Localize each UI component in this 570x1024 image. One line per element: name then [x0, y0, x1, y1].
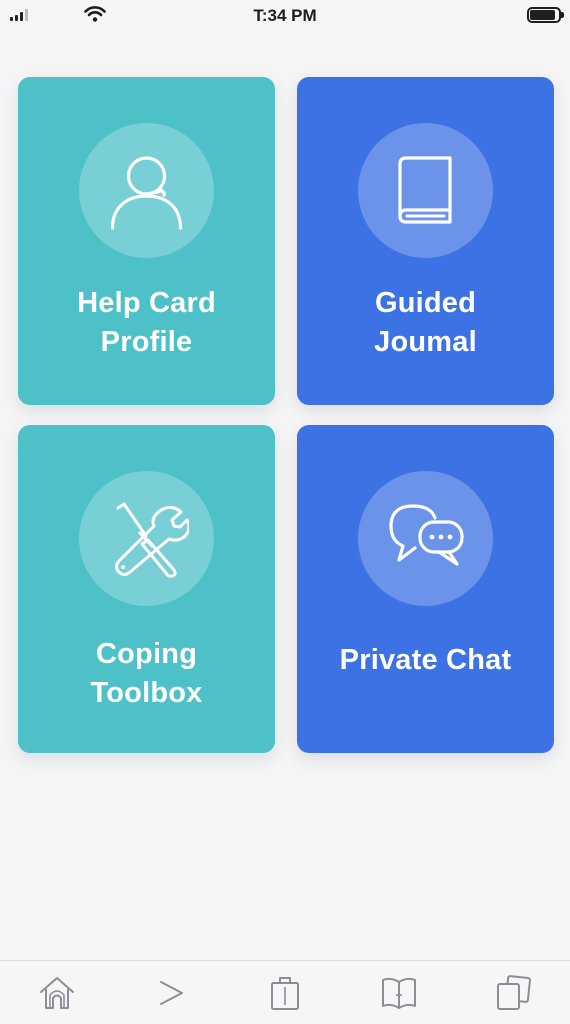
coping-toolbox-card[interactable]: Coping Toolbox — [18, 425, 275, 753]
person-icon — [110, 156, 183, 230]
card-label-line: Joumal — [374, 326, 477, 358]
tools-icon — [115, 502, 189, 578]
card-label-line: Help Card — [77, 287, 216, 319]
app-screen: T:34 PM Help Card Profile Guided Joumal … — [0, 0, 570, 1024]
chat-bubbles-icon — [389, 504, 464, 566]
private-chat-card[interactable]: Private Chat — [297, 425, 554, 753]
help-card-profile-card[interactable]: Help Card Profile — [18, 77, 275, 405]
card-label: Help Card Profile — [28, 284, 265, 362]
bottom-tab-bar — [0, 960, 570, 1024]
card-label-line: Private Chat — [339, 644, 512, 676]
status-bar: T:34 PM — [0, 0, 570, 32]
book-icon — [398, 156, 452, 224]
card-label: Guided Joumal — [307, 284, 544, 362]
tab-cards[interactable] — [483, 968, 543, 1018]
battery-level — [530, 10, 555, 20]
card-label: Coping Toolbox — [28, 635, 265, 713]
card-label-line: Profile — [100, 326, 193, 358]
home-icon — [40, 976, 74, 1009]
open-book-icon — [382, 977, 416, 1009]
tools-icon-circle — [79, 471, 214, 606]
card-label-line: Guided — [374, 287, 477, 319]
tab-home[interactable] — [27, 968, 87, 1018]
card-label: Private Chat — [307, 641, 544, 680]
chevron-right-icon — [160, 980, 183, 1005]
person-icon-circle — [79, 123, 214, 258]
toolbox-icon — [271, 976, 299, 1010]
battery-icon — [527, 7, 564, 23]
tab-toolbox[interactable] — [255, 968, 315, 1018]
tab-journal[interactable] — [369, 968, 429, 1018]
cards-icon — [497, 974, 531, 1010]
book-icon-circle — [358, 123, 493, 258]
status-time: T:34 PM — [253, 6, 317, 25]
card-label-line: Coping — [95, 638, 198, 670]
tab-next[interactable] — [141, 968, 201, 1018]
card-label-line: Toolbox — [90, 677, 203, 709]
chat-icon-circle — [358, 471, 493, 606]
guided-journal-card[interactable]: Guided Joumal — [297, 77, 554, 405]
